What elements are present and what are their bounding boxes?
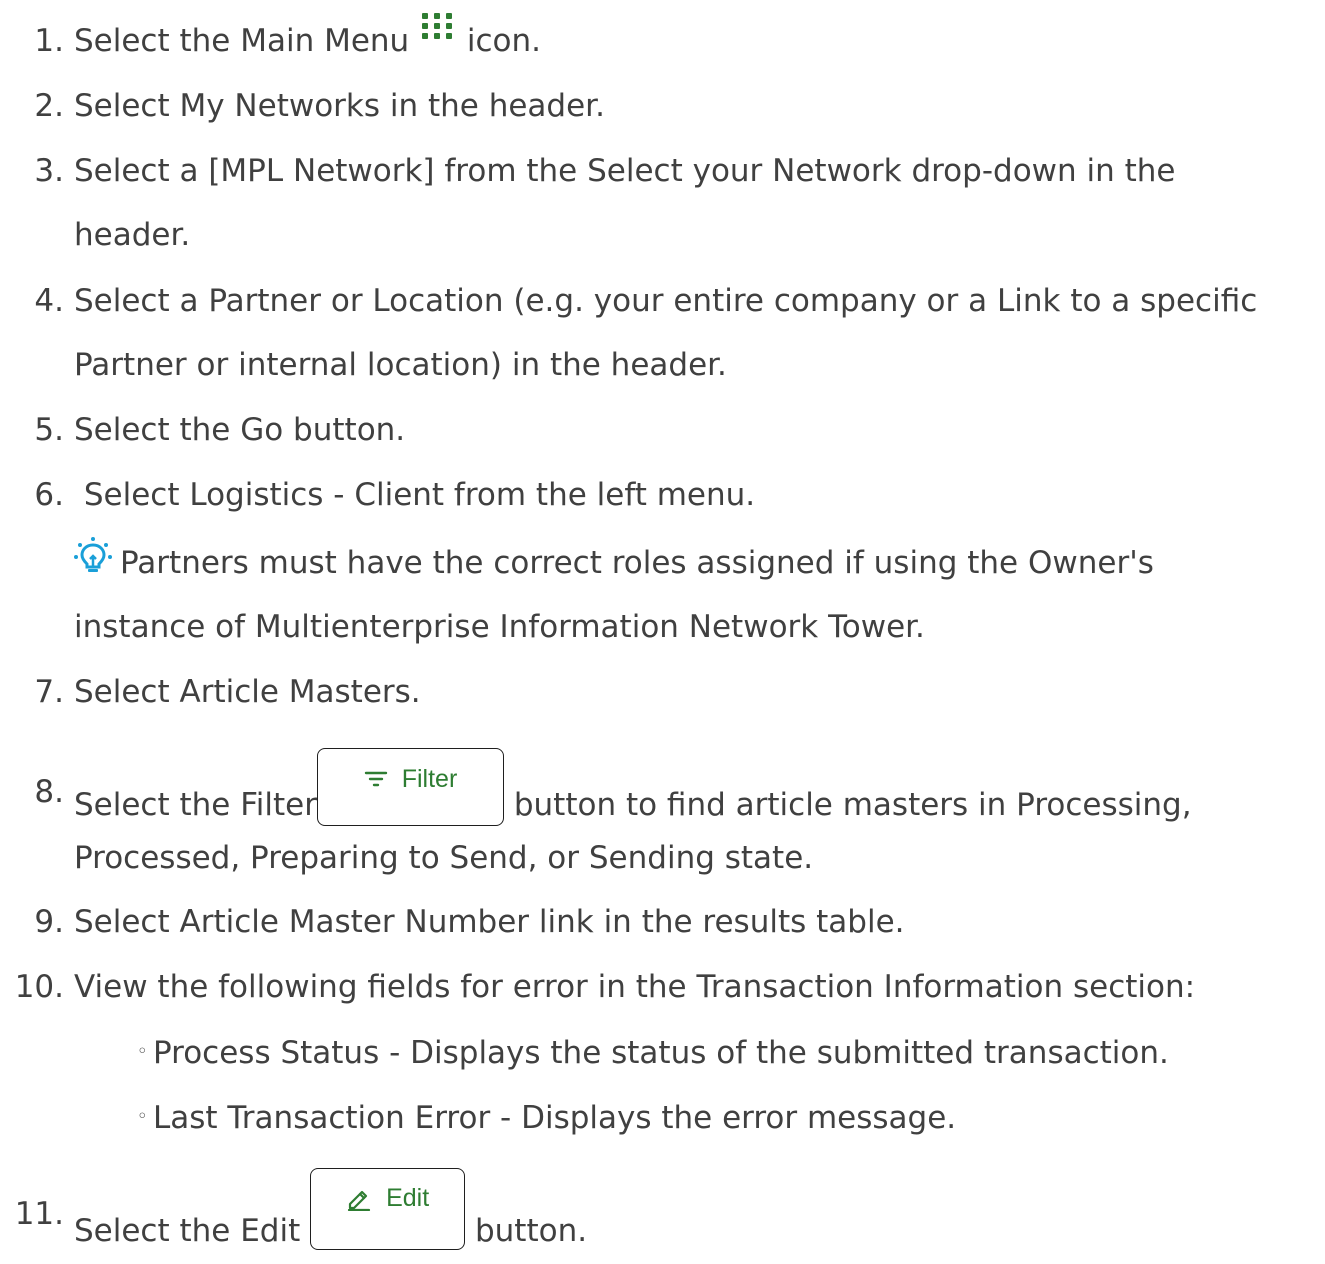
step-number: 6. <box>34 477 64 513</box>
step-number: 3. <box>34 153 64 189</box>
step-text-pre: Select the Main Menu <box>74 23 420 59</box>
step-text: header. <box>74 217 191 253</box>
tip-text-line1: Partners must have the correct roles ass… <box>120 545 1154 581</box>
step-number: 4. <box>34 283 64 319</box>
step-text: View the following fields for error in t… <box>74 969 1196 1005</box>
edit-button-label: Edit <box>386 1183 430 1212</box>
step-text: Select Article Masters. <box>74 674 421 710</box>
tip-note: Partners must have the correct roles ass… <box>74 531 1154 596</box>
hollow-bullet-icon: ◦ <box>137 1041 148 1062</box>
lightbulb-icon <box>74 533 112 572</box>
step-number: 7. <box>34 674 64 710</box>
sub-item-text: Last Transaction Error - Displays the er… <box>153 1100 957 1136</box>
step-number: 5. <box>34 412 64 448</box>
step-number: 8. <box>34 774 64 810</box>
step-text: Select the Main Menu icon. <box>74 9 541 74</box>
pencil-icon <box>346 1185 372 1211</box>
step-text-pre: Select the Edit <box>74 1213 311 1249</box>
step-number: 10. <box>14 969 64 1005</box>
instruction-document: 1. Select the Main Menu icon. 2. Select … <box>0 0 1325 1250</box>
step-text-pre: Select the Filter <box>74 787 317 823</box>
sub-item-text: Process Status - Displays the status of … <box>153 1035 1169 1071</box>
step-text-post: button to find article masters in Proces… <box>504 787 1192 823</box>
filter-lines-icon <box>364 770 388 788</box>
step-text: Select Logistics - Client from the left … <box>74 477 756 513</box>
hollow-bullet-icon: ◦ <box>137 1106 148 1127</box>
step-text: Select Article Master Number link in the… <box>74 904 905 940</box>
step-text: Processed, Preparing to Send, or Sending… <box>74 840 814 876</box>
tip-text-line2: instance of Multienterprise Information … <box>74 609 925 645</box>
filter-button-label: Filter <box>401 764 458 793</box>
step-text: Select the Edit Edit button. <box>74 1168 588 1264</box>
step-number: 1. <box>34 23 64 59</box>
step-number: 2. <box>34 88 64 124</box>
grid-dots-icon <box>419 0 455 39</box>
step-text: Select My Networks in the header. <box>74 88 605 124</box>
edit-button[interactable]: Edit <box>310 1168 466 1250</box>
step-text: Select the Go button. <box>74 412 406 448</box>
filter-button[interactable]: Filter <box>317 748 504 826</box>
step-text: Partner or internal location) in the hea… <box>74 347 727 383</box>
tip-note-continued: instance of Multienterprise Information … <box>74 595 925 660</box>
step-text-post: button. <box>465 1213 588 1249</box>
sub-list-item: ◦ Process Status - Displays the status of… <box>137 1021 1169 1087</box>
step-text-post: icon. <box>457 23 542 59</box>
step-number: 9. <box>34 904 64 940</box>
step-number: 11. <box>14 1196 64 1232</box>
step-text: Select a Partner or Location (e.g. your … <box>74 283 1258 319</box>
sub-list-item: ◦ Last Transaction Error - Displays the e… <box>137 1086 956 1152</box>
step-text: Select a [MPL Network] from the Select y… <box>74 153 1176 189</box>
